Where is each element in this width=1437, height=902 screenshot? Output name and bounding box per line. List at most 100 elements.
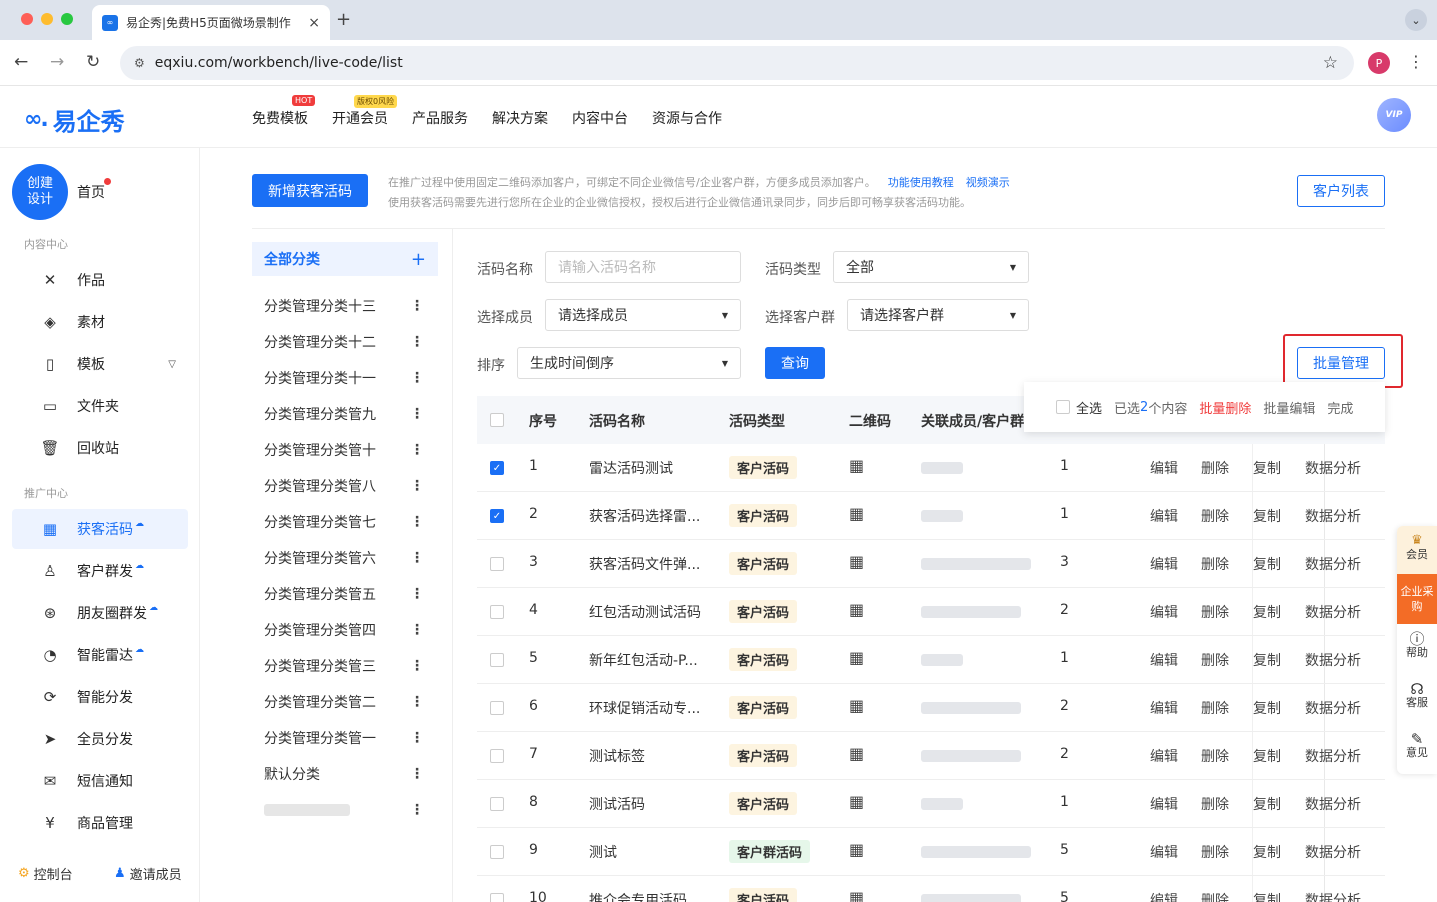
analytics-action[interactable]: 数据分析: [1305, 842, 1361, 862]
sidebar-item-sms[interactable]: ✉ 短信通知: [12, 761, 188, 801]
row-checkbox[interactable]: ✓: [490, 461, 504, 475]
copy-action[interactable]: 复制: [1253, 794, 1281, 814]
qrcode-icon[interactable]: ▦: [849, 648, 864, 667]
table-row[interactable]: 10 推介会专用活码 客户活码 ▦ 5 编辑 删除 复制 数据分析: [477, 876, 1385, 902]
qrcode-icon[interactable]: ▦: [849, 840, 864, 859]
row-checkbox[interactable]: [490, 557, 504, 571]
sidebar-item-works[interactable]: ✕ 作品: [12, 260, 188, 300]
copy-action[interactable]: 复制: [1253, 554, 1281, 574]
copy-action[interactable]: 复制: [1253, 506, 1281, 526]
row-checkbox[interactable]: [490, 749, 504, 763]
minimize-window-button[interactable]: [41, 13, 53, 25]
delete-action[interactable]: 删除: [1201, 698, 1229, 718]
sidebar-item-smart-distribute[interactable]: ⟳ 智能分发: [12, 677, 188, 717]
more-vertical-icon[interactable]: ⋮: [410, 766, 424, 782]
group-select[interactable]: 请选择客户群 ▼: [847, 299, 1029, 331]
back-icon[interactable]: ←: [14, 52, 28, 72]
table-row[interactable]: 4 红包活动测试活码 客户活码 ▦ 2 编辑 删除 复制 数据分析: [477, 588, 1385, 636]
copy-action[interactable]: 复制: [1253, 842, 1281, 862]
profile-avatar[interactable]: P: [1368, 52, 1390, 74]
category-item[interactable]: 分类管理分类管四 ⋮: [252, 612, 438, 648]
category-item-blurred[interactable]: ⋮: [252, 792, 438, 828]
category-item[interactable]: 默认分类 ⋮: [252, 756, 438, 792]
invite-member-link[interactable]: ♟ 邀请成员: [114, 864, 182, 883]
edit-action[interactable]: 编辑: [1150, 890, 1178, 902]
more-vertical-icon[interactable]: ⋮: [410, 802, 424, 818]
nav-solutions[interactable]: 解决方案: [492, 108, 548, 128]
analytics-action[interactable]: 数据分析: [1305, 602, 1361, 622]
address-bar[interactable]: ⚙ eqxiu.com/workbench/live-code/list ☆: [120, 46, 1354, 80]
code-name-input[interactable]: 请输入活码名称: [545, 251, 741, 283]
qrcode-icon[interactable]: ▦: [849, 744, 864, 763]
analytics-action[interactable]: 数据分析: [1305, 554, 1361, 574]
sidebar-item-moments-broadcast[interactable]: ⊛ 朋友圈群发 ☁: [12, 593, 188, 633]
table-row[interactable]: 3 获客活码文件弹... 客户活码 ▦ 3 编辑 删除 复制 数据分析: [477, 540, 1385, 588]
member-select[interactable]: 请选择成员 ▼: [545, 299, 741, 331]
edit-action[interactable]: 编辑: [1150, 794, 1178, 814]
more-vertical-icon[interactable]: ⋮: [410, 622, 424, 638]
analytics-action[interactable]: 数据分析: [1305, 650, 1361, 670]
table-row[interactable]: 5 新年红包活动-P... 客户活码 ▦ 1 编辑 删除 复制 数据分析: [477, 636, 1385, 684]
edit-action[interactable]: 编辑: [1150, 602, 1178, 622]
forward-icon[interactable]: →: [50, 52, 64, 72]
category-item[interactable]: 分类管理分类管二 ⋮: [252, 684, 438, 720]
batch-edit-button[interactable]: 批量编辑: [1263, 398, 1315, 417]
batch-delete-button[interactable]: 批量删除: [1199, 398, 1251, 417]
tab-list-chevron-icon[interactable]: ⌄: [1405, 9, 1427, 31]
row-checkbox[interactable]: [490, 797, 504, 811]
edit-action[interactable]: 编辑: [1150, 650, 1178, 670]
category-item[interactable]: 分类管理分类十三 ⋮: [252, 288, 438, 324]
copy-action[interactable]: 复制: [1253, 458, 1281, 478]
delete-action[interactable]: 删除: [1201, 746, 1229, 766]
header-checkbox[interactable]: [490, 413, 504, 427]
analytics-action[interactable]: 数据分析: [1305, 506, 1361, 526]
table-row[interactable]: ✓ 2 获客活码选择雷... 客户活码 ▦ 1 编辑 删除 复制 数据分析: [477, 492, 1385, 540]
category-item[interactable]: 分类管理分类管七 ⋮: [252, 504, 438, 540]
more-vertical-icon[interactable]: ⋮: [410, 658, 424, 674]
category-item[interactable]: 分类管理分类管五 ⋮: [252, 576, 438, 612]
vip-float-button[interactable]: ♛ 会员: [1397, 526, 1437, 574]
delete-action[interactable]: 删除: [1201, 890, 1229, 902]
browser-menu-icon[interactable]: ⋮: [1408, 52, 1424, 71]
category-item[interactable]: 分类管理分类管六 ⋮: [252, 540, 438, 576]
more-vertical-icon[interactable]: ⋮: [410, 478, 424, 494]
qrcode-icon[interactable]: ▦: [849, 552, 864, 571]
copy-action[interactable]: 复制: [1253, 602, 1281, 622]
sidebar-item-home[interactable]: 首页: [77, 182, 105, 202]
create-design-button[interactable]: 创建设计: [12, 164, 68, 220]
delete-action[interactable]: 删除: [1201, 794, 1229, 814]
edit-action[interactable]: 编辑: [1150, 842, 1178, 862]
edit-action[interactable]: 编辑: [1150, 554, 1178, 574]
analytics-action[interactable]: 数据分析: [1305, 458, 1361, 478]
delete-action[interactable]: 删除: [1201, 842, 1229, 862]
maximize-window-button[interactable]: [61, 13, 73, 25]
copy-action[interactable]: 复制: [1253, 650, 1281, 670]
close-window-button[interactable]: [21, 13, 33, 25]
nav-membership[interactable]: 版权0风险 开通会员: [332, 95, 398, 128]
sidebar-item-live-code[interactable]: ▦ 获客活码 ☁: [12, 509, 188, 549]
table-row[interactable]: 6 环球促销活动专... 客户活码 ▦ 2 编辑 删除 复制 数据分析: [477, 684, 1385, 732]
help-float-button[interactable]: ⓘ 帮助: [1397, 632, 1437, 660]
row-checkbox[interactable]: [490, 701, 504, 715]
enterprise-purchase-button[interactable]: 企业采购: [1397, 574, 1437, 624]
query-button[interactable]: 查询: [765, 347, 825, 379]
sidebar-item-folder[interactable]: ▭ 文件夹: [12, 386, 188, 426]
table-row[interactable]: 9 测试 客户群活码 ▦ 5 编辑 删除 复制 数据分析: [477, 828, 1385, 876]
site-settings-icon[interactable]: ⚙: [134, 56, 145, 70]
qrcode-icon[interactable]: ▦: [849, 888, 864, 902]
more-vertical-icon[interactable]: ⋮: [410, 730, 424, 746]
add-category-icon[interactable]: +: [411, 249, 426, 270]
more-vertical-icon[interactable]: ⋮: [410, 406, 424, 422]
customer-list-button[interactable]: 客户列表: [1297, 175, 1385, 207]
row-checkbox[interactable]: ✓: [490, 509, 504, 523]
select-all-checkbox[interactable]: [1056, 400, 1070, 414]
tutorial-link[interactable]: 功能使用教程: [888, 176, 954, 189]
category-item[interactable]: 分类管理分类管八 ⋮: [252, 468, 438, 504]
bookmark-star-icon[interactable]: ☆: [1323, 53, 1338, 73]
chevron-down-icon[interactable]: ▽: [168, 359, 176, 370]
vip-avatar[interactable]: VIP: [1377, 98, 1411, 132]
tab-close-icon[interactable]: ×: [308, 15, 320, 31]
copy-action[interactable]: 复制: [1253, 746, 1281, 766]
qrcode-icon[interactable]: ▦: [849, 600, 864, 619]
delete-action[interactable]: 删除: [1201, 506, 1229, 526]
